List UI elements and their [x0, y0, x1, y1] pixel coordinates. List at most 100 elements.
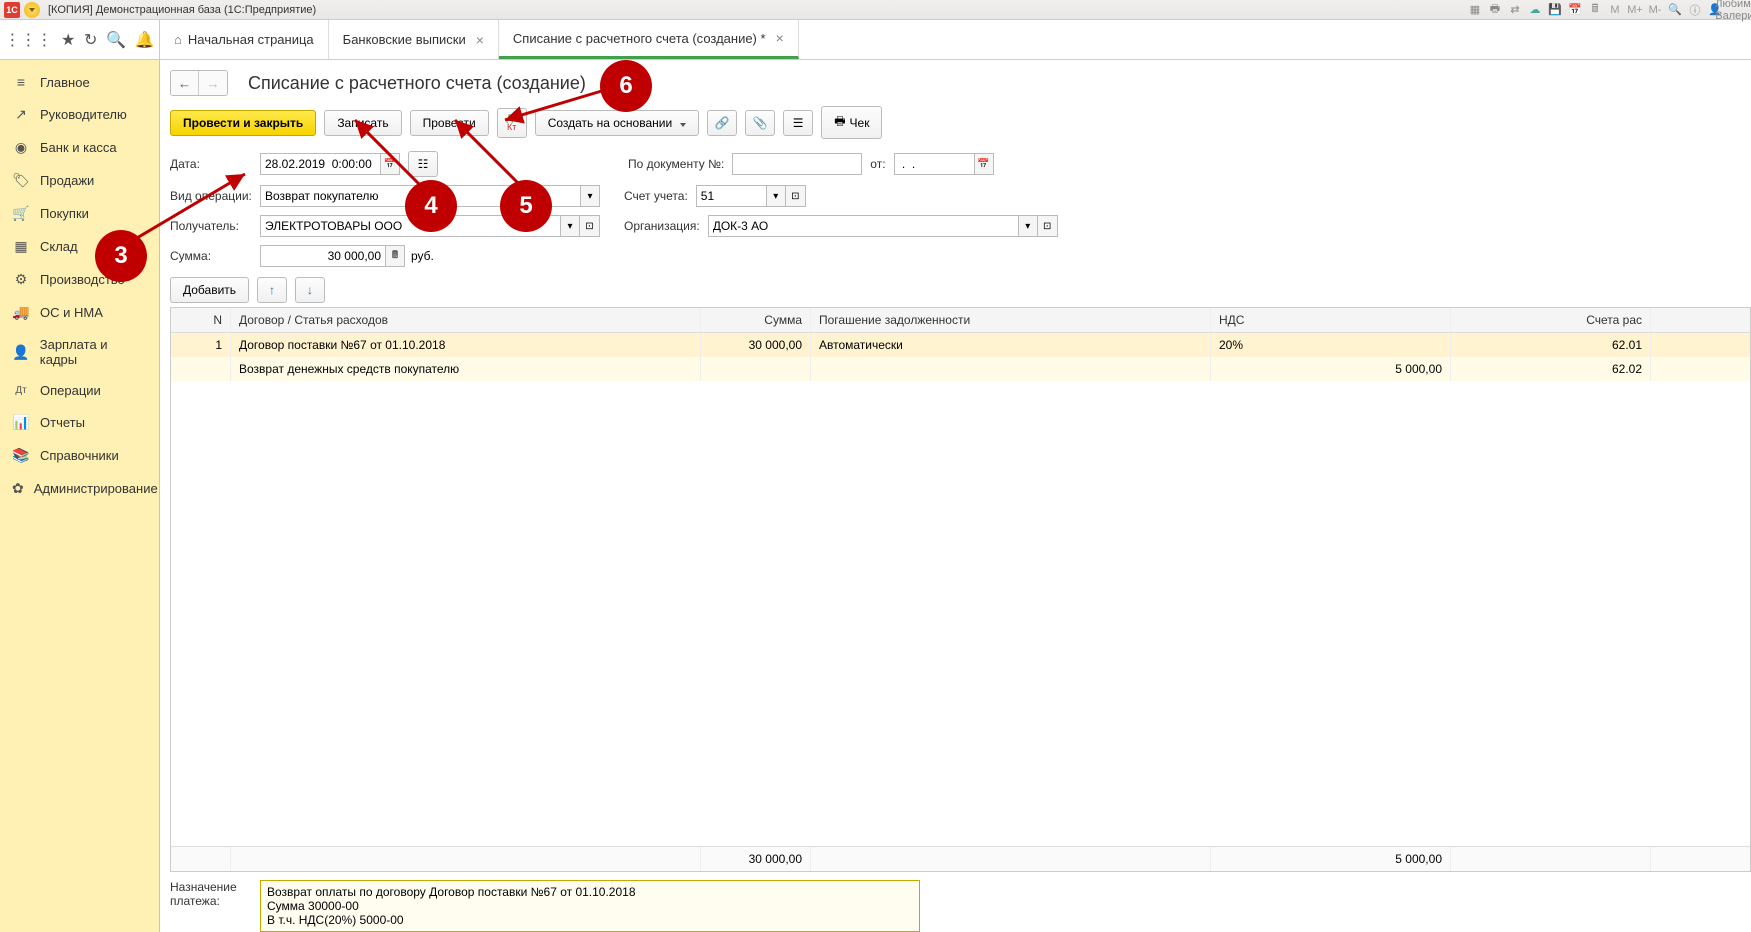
sidebar-item-main[interactable]: ≡Главное: [0, 66, 159, 98]
compare-icon[interactable]: ⇄: [1507, 2, 1523, 18]
cell-vat-sum: 5 000,00: [1211, 357, 1451, 381]
calculator-icon[interactable]: 🖩: [1587, 2, 1603, 18]
col-sum[interactable]: Сумма: [701, 308, 811, 332]
tab-bank[interactable]: Банковские выписки ×: [329, 20, 499, 59]
col-pay[interactable]: Погашение задолженности: [811, 308, 1211, 332]
grid-icon[interactable]: ▦: [1467, 2, 1483, 18]
chevron-down-icon[interactable]: ▾: [560, 215, 580, 237]
from-date-input[interactable]: [894, 153, 974, 175]
sum-input[interactable]: [260, 245, 385, 267]
cell-contract: Возврат денежных средств покупателю: [231, 357, 701, 381]
sidebar-item-purchases[interactable]: 🛒Покупки: [0, 197, 159, 230]
date-input[interactable]: [260, 153, 380, 175]
dtct-icon: Дт: [12, 385, 30, 396]
doc-num-input[interactable]: [732, 153, 862, 175]
move-down-button[interactable]: ↓: [295, 277, 325, 303]
app-menu-dropdown[interactable]: [24, 2, 40, 18]
search-section-icon[interactable]: 🔍: [106, 30, 126, 50]
sidebar-item-catalogs[interactable]: 📚Справочники: [0, 439, 159, 472]
sidebar-item-label: Банк и касса: [40, 140, 117, 155]
sidebar-item-bank[interactable]: ◉Банк и касса: [0, 131, 159, 164]
tab-home[interactable]: ⌂ Начальная страница: [160, 20, 329, 59]
calculator-icon[interactable]: 🖩: [385, 245, 405, 267]
cell-acc: 62.01: [1451, 333, 1651, 357]
main: ≡Главное ↗Руководителю ◉Банк и касса 🏷Пр…: [0, 60, 1751, 932]
sidebar-item-admin[interactable]: ✿Администрирование: [0, 472, 159, 505]
cell-vat: 20%: [1211, 333, 1451, 357]
m-minus-button[interactable]: M-: [1647, 2, 1663, 18]
chevron-down-icon[interactable]: ▾: [766, 185, 786, 207]
sidebar-item-sales[interactable]: 🏷Продажи: [0, 164, 159, 197]
calendar-icon[interactable]: 📅: [974, 153, 994, 175]
org-input[interactable]: [708, 215, 1018, 237]
open-icon[interactable]: ⊡: [580, 215, 600, 237]
calendar-icon[interactable]: 📅: [380, 153, 400, 175]
footer-vat-sum: 5 000,00: [1211, 847, 1451, 871]
chevron-down-icon[interactable]: ▾: [580, 185, 600, 207]
date-label: Дата:: [170, 157, 260, 171]
tab-current-label: Списание с расчетного счета (создание) *: [513, 31, 766, 46]
open-icon[interactable]: ⊡: [1038, 215, 1058, 237]
close-icon[interactable]: ×: [476, 32, 484, 48]
recipient-label: Получатель:: [170, 219, 260, 233]
page-title: Списание с расчетного счета (создание): [248, 73, 586, 94]
m-button[interactable]: M: [1607, 2, 1623, 18]
forward-button[interactable]: →: [199, 71, 227, 95]
sidebar-item-label: Операции: [40, 383, 101, 398]
user-name[interactable]: Любимов Валерий: [1731, 2, 1747, 18]
add-row-button[interactable]: Добавить: [170, 277, 249, 303]
table-row[interactable]: 1 Договор поставки №67 от 01.10.2018 30 …: [171, 333, 1750, 357]
annotation-5: 5: [500, 180, 552, 232]
date-input-group: 📅: [260, 153, 400, 175]
save-icon[interactable]: 💾: [1547, 2, 1563, 18]
post-and-close-button[interactable]: Провести и закрыть: [170, 110, 316, 136]
cloud-icon[interactable]: ☁: [1527, 2, 1543, 18]
date-extra-button[interactable]: ☷: [408, 151, 438, 177]
search-icon[interactable]: 🔍: [1667, 2, 1683, 18]
tabs: ⌂ Начальная страница Банковские выписки …: [160, 20, 799, 59]
print-icon[interactable]: 🖶: [1487, 2, 1503, 18]
col-acc[interactable]: Счета рас: [1451, 308, 1651, 332]
structure-button[interactable]: 🔗: [707, 110, 737, 136]
calendar-icon[interactable]: 📅: [1567, 2, 1583, 18]
sidebar-item-assets[interactable]: 🚚ОС и НМА: [0, 296, 159, 329]
cell-contract: Договор поставки №67 от 01.10.2018: [231, 333, 701, 357]
col-n[interactable]: N: [171, 308, 231, 332]
attach-button[interactable]: 📎: [745, 110, 775, 136]
sidebar-item-reports[interactable]: 📊Отчеты: [0, 406, 159, 439]
create-based-button[interactable]: Создать на основании: [535, 110, 700, 136]
bell-icon[interactable]: 🔔: [135, 30, 155, 50]
post-button[interactable]: Провести: [410, 110, 489, 136]
back-button[interactable]: ←: [171, 71, 199, 95]
sidebar-item-operations[interactable]: Дт Операции: [0, 375, 159, 406]
titlebar-icons: ▦ 🖶 ⇄ ☁ 💾 📅 🖩 M M+ M- 🔍 ⓘ 👤 Любимов Вале…: [1467, 2, 1747, 18]
dtct-button[interactable]: ДтКт: [497, 108, 527, 138]
tab-current[interactable]: Списание с расчетного счета (создание) *…: [499, 20, 799, 59]
favorite-icon[interactable]: ★: [61, 30, 75, 50]
open-icon[interactable]: ⊡: [786, 185, 806, 207]
chevron-down-icon[interactable]: ▾: [1018, 215, 1038, 237]
purpose-label: Назначение платежа:: [170, 880, 250, 908]
books-icon: 📚: [12, 447, 30, 464]
table-row[interactable]: Возврат денежных средств покупателю 5 00…: [171, 357, 1750, 381]
list-button[interactable]: ☰: [783, 110, 813, 136]
from-date-group: 📅: [894, 153, 994, 175]
annotation-3: 3: [95, 230, 147, 282]
info-icon[interactable]: ⓘ: [1687, 2, 1703, 18]
check-button[interactable]: 🖶Чек: [821, 106, 882, 139]
col-contract[interactable]: Договор / Статья расходов: [231, 308, 701, 332]
close-icon[interactable]: ×: [776, 30, 784, 46]
footer-sum: 30 000,00: [701, 847, 811, 871]
sidebar-item-salary[interactable]: 👤Зарплата и кадры: [0, 329, 159, 375]
save-button[interactable]: Записать: [324, 110, 401, 136]
history-icon[interactable]: ↻: [84, 30, 97, 50]
col-vat[interactable]: НДС: [1211, 308, 1451, 332]
account-input[interactable]: [696, 185, 766, 207]
purpose-textarea[interactable]: Возврат оплаты по договору Договор поста…: [260, 880, 920, 932]
apps-icon[interactable]: ⋮⋮⋮: [4, 30, 52, 50]
sidebar-item-manager[interactable]: ↗Руководителю: [0, 98, 159, 131]
m-plus-button[interactable]: M+: [1627, 2, 1643, 18]
account-label: Счет учета:: [624, 189, 688, 203]
move-up-button[interactable]: ↑: [257, 277, 287, 303]
person-icon: 👤: [12, 344, 30, 361]
